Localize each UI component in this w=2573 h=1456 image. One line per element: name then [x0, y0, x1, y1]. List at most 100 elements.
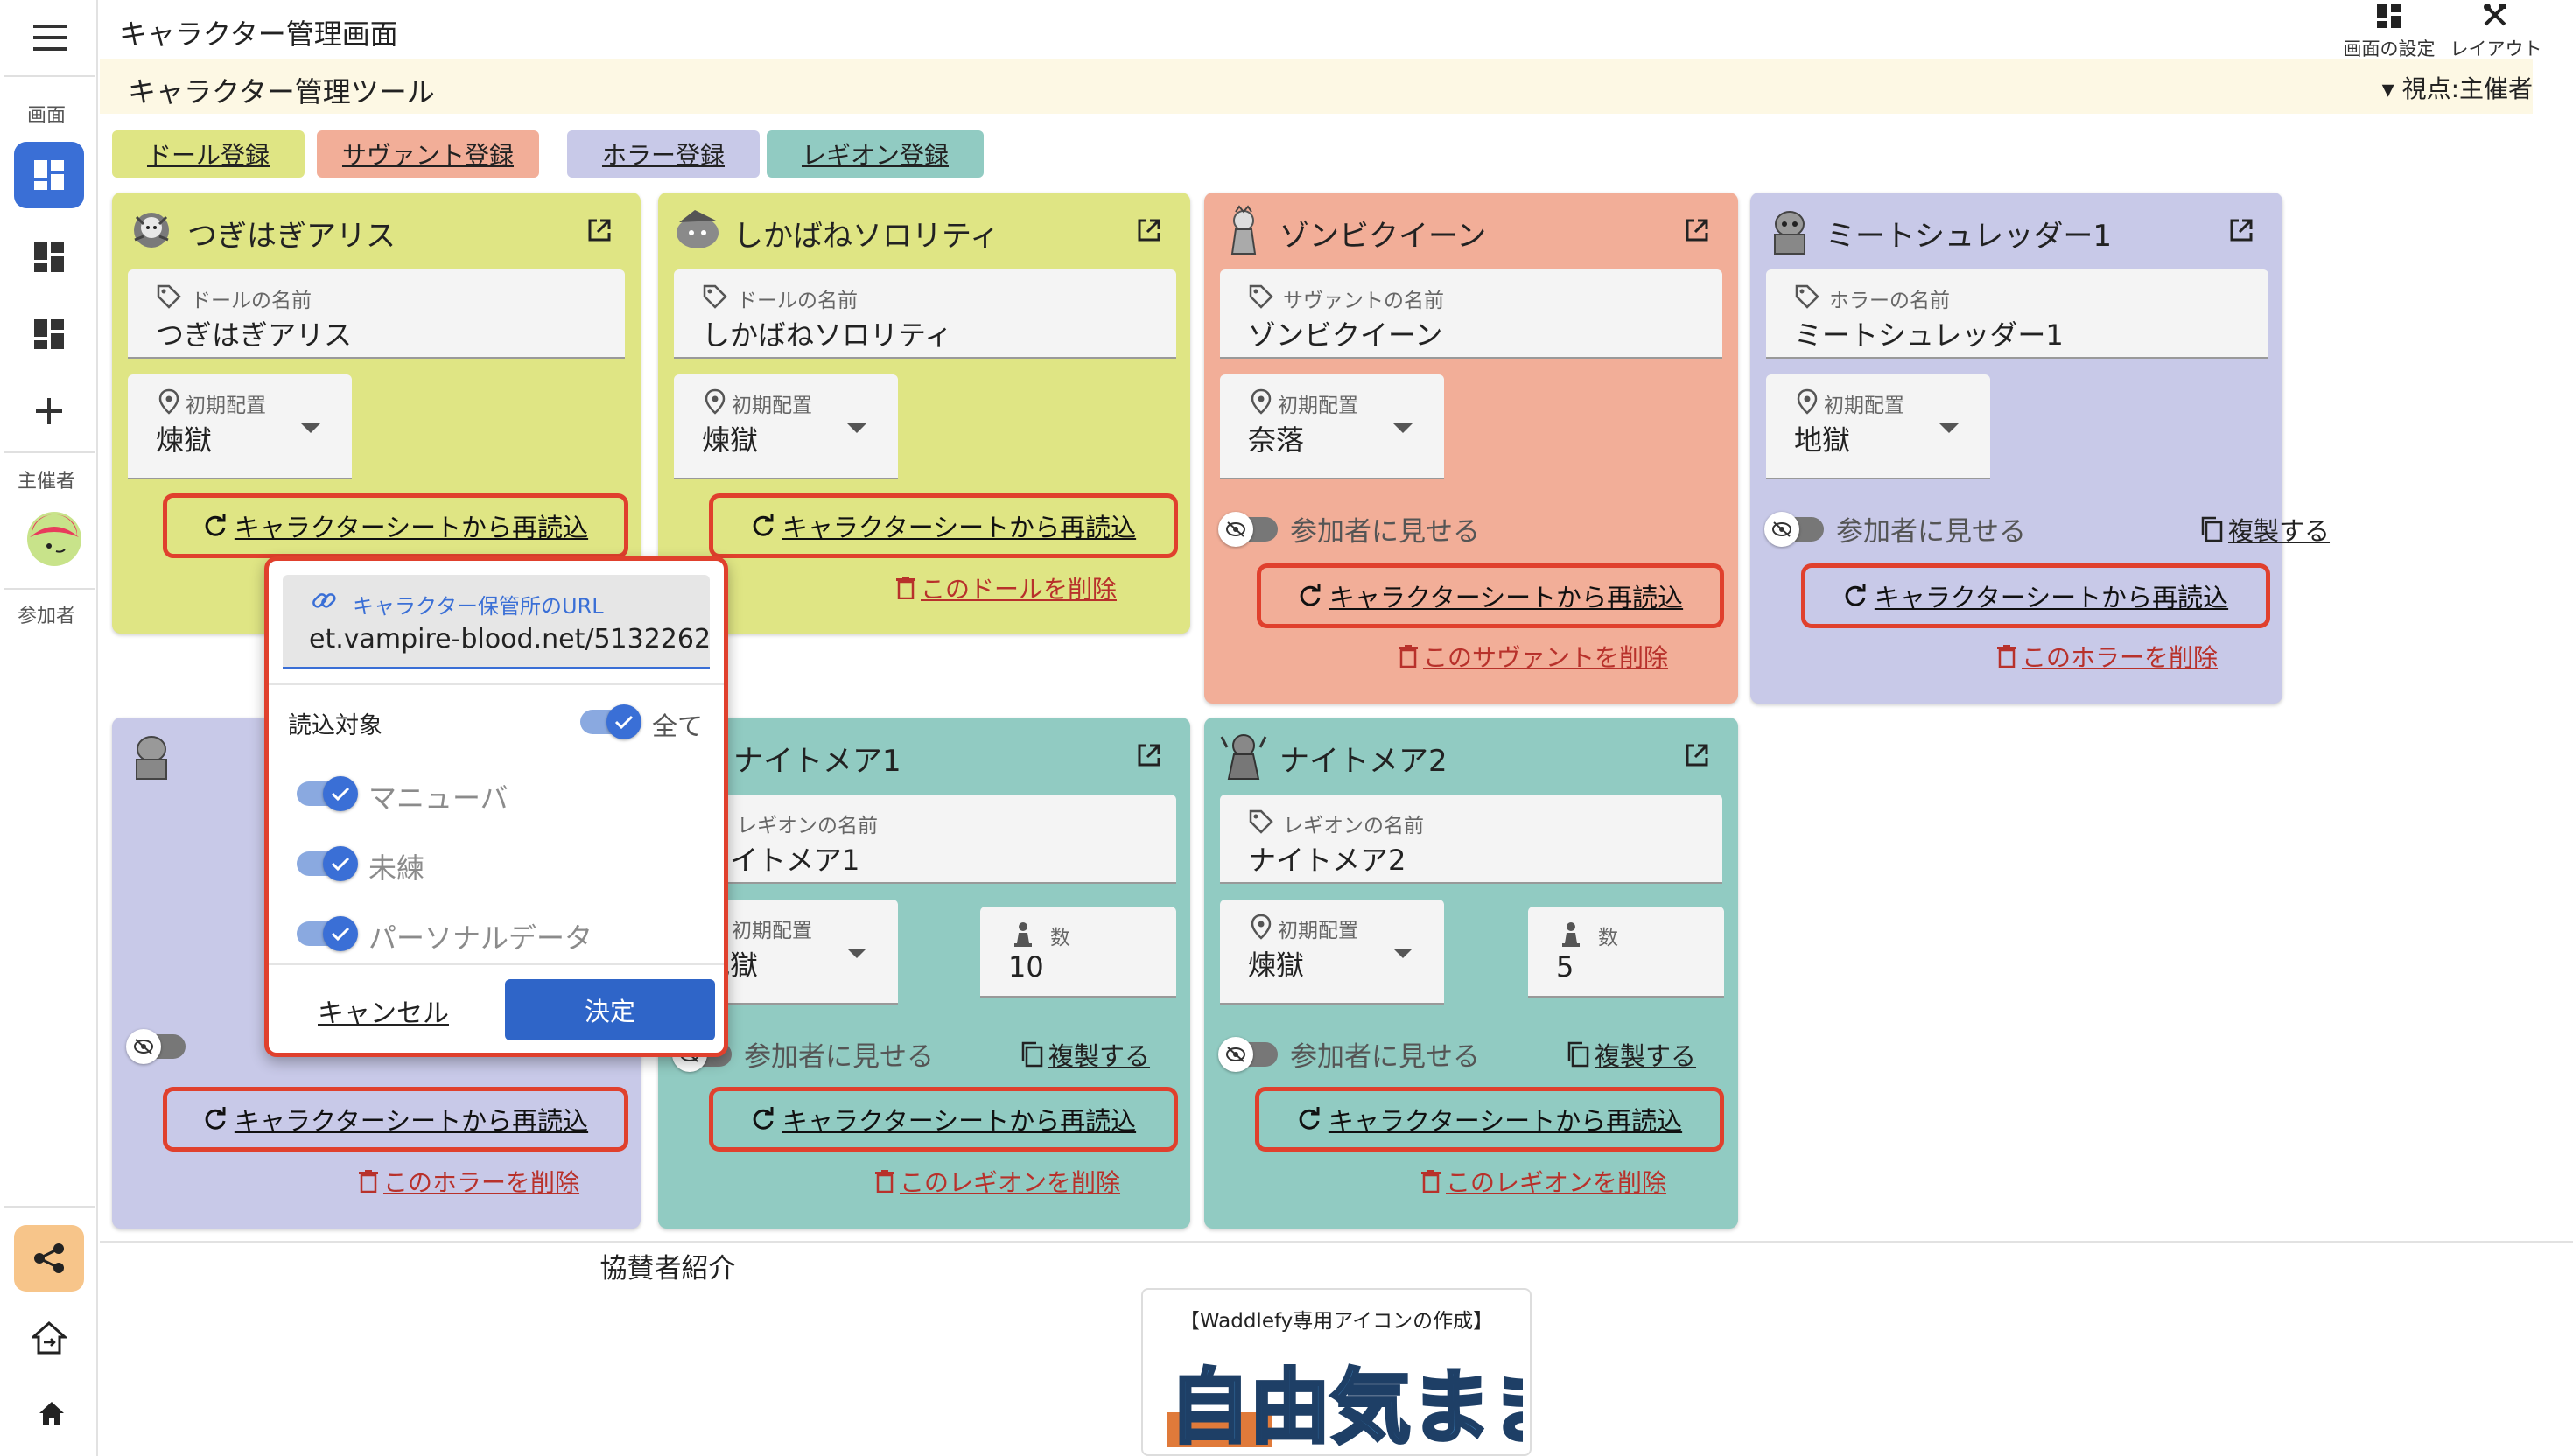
reload-from-sheet-button[interactable]: キャラクターシートから再読込: [1255, 1087, 1724, 1152]
placement-value: 奈落: [1248, 424, 1305, 457]
layout-button[interactable]: レイアウト: [2443, 0, 2548, 60]
screen-settings-button[interactable]: 画面の設定: [2337, 0, 2442, 60]
name-field[interactable]: ドールの名前 しかばねソロリティ: [674, 270, 1176, 359]
name-field-label: レギオンの名前: [1283, 815, 1424, 837]
placement-select[interactable]: 初期配置 奈落: [1220, 374, 1444, 480]
home-icon: [39, 1402, 64, 1424]
placement-value: 煉獄: [1248, 948, 1305, 982]
toggle-switch[interactable]: [1218, 511, 1278, 547]
sidebar-item-screen-1[interactable]: [14, 142, 84, 208]
delete-character-button[interactable]: このホラーを削除: [1997, 639, 2218, 674]
reload-from-sheet-button[interactable]: キャラクターシートから再読込: [709, 1087, 1178, 1152]
option-toggle-regret[interactable]: [297, 846, 358, 881]
open-external-icon[interactable]: [2228, 217, 2254, 243]
open-external-icon[interactable]: [1136, 217, 1162, 243]
show-label: 参加者に見せる: [1290, 516, 1480, 548]
delete-character-button[interactable]: このレギオンを削除: [875, 1164, 1120, 1199]
sidebar-section-participant: 参加者: [17, 606, 75, 627]
reload-from-sheet-button[interactable]: キャラクターシートから再読込: [163, 1087, 628, 1152]
name-field[interactable]: ドールの名前 つぎはぎアリス: [128, 270, 625, 359]
register-servant-button[interactable]: サヴァント登録: [317, 130, 539, 178]
house-switch-button[interactable]: [30, 1320, 68, 1356]
eye-off-icon: [1226, 1046, 1245, 1062]
option-toggle-maneuver[interactable]: [297, 776, 358, 811]
reload-from-sheet-button[interactable]: キャラクターシートから再読込: [1801, 564, 2270, 628]
sidebar-item-screen-2[interactable]: [14, 224, 84, 290]
toggle-switch[interactable]: [1218, 1036, 1278, 1072]
reload-from-sheet-button[interactable]: キャラクターシートから再読込: [709, 494, 1178, 558]
add-screen-button[interactable]: [14, 378, 84, 444]
delete-character-button[interactable]: このドールを削除: [896, 570, 1117, 606]
name-field[interactable]: サヴァントの名前 ゾンビクイーン: [1220, 270, 1722, 359]
reload-from-sheet-button[interactable]: キャラクターシートから再読込: [163, 494, 628, 558]
reload-from-sheet-button[interactable]: キャラクターシートから再読込: [1257, 564, 1724, 628]
open-external-icon[interactable]: [586, 217, 613, 243]
home-button[interactable]: [39, 1400, 65, 1426]
count-field[interactable]: 数 10: [980, 906, 1176, 998]
name-field-value: ナイトメア2: [1248, 844, 1406, 877]
reload-label: キャラクターシートから再読込: [234, 513, 589, 542]
sidebar-divider: [4, 452, 95, 453]
trash-icon: [1421, 1170, 1441, 1193]
sponsor-banner[interactable]: 【Waddlefy専用アイコンの作成】 自由気まま: [1141, 1288, 1532, 1456]
sidebar-divider: [4, 1206, 95, 1208]
main: キャラクター管理画面 画面の設定 レイアウト キャラクター管理ツール ▾ 視点:…: [100, 0, 2573, 1456]
share-button[interactable]: [14, 1225, 84, 1292]
option-label-personal-data: パーソナルデータ: [368, 921, 593, 955]
tag-icon: [703, 284, 727, 309]
confirm-button[interactable]: 決定: [505, 979, 715, 1040]
trash-icon: [1997, 645, 2016, 668]
delete-character-button[interactable]: このレギオンを削除: [1421, 1164, 1666, 1199]
name-field-value: つぎはぎアリス: [156, 318, 353, 352]
sidebar-item-screen-3[interactable]: [14, 301, 84, 368]
duplicate-button[interactable]: 複製する: [2200, 511, 2330, 548]
option-toggle-personal-data[interactable]: [297, 916, 358, 951]
name-field[interactable]: ホラーの名前 ミートシュレッダー1: [1766, 270, 2268, 359]
show-to-participants-toggle[interactable]: 参加者に見せる: [1218, 1034, 1480, 1074]
show-to-participants-toggle[interactable]: 参加者に見せる: [1218, 509, 1480, 549]
count-field[interactable]: 数 5: [1528, 906, 1724, 998]
register-horror-button[interactable]: ホラー登録: [567, 130, 760, 178]
register-legion-button[interactable]: レギオン登録: [767, 130, 984, 178]
show-label: 参加者に見せる: [744, 1041, 934, 1073]
toggle-switch[interactable]: [126, 1029, 186, 1064]
delete-character-button[interactable]: このサヴァントを削除: [1399, 639, 1668, 674]
register-doll-button[interactable]: ドール登録: [112, 130, 305, 178]
placement-select[interactable]: 初期配置 煉獄: [128, 374, 352, 480]
delete-label: このレギオンを削除: [1446, 1168, 1667, 1197]
reload-icon: [753, 1107, 774, 1130]
page-title: キャラクター管理画面: [119, 18, 398, 51]
chevron-down-icon: [847, 948, 866, 958]
menu-icon[interactable]: [33, 24, 67, 51]
sheet-url-input[interactable]: キャラクター保管所のURL et.vampire-blood.net/51322…: [283, 575, 710, 669]
perspective-select[interactable]: ▾ 視点:主催者: [2382, 70, 2533, 105]
placement-value: 煉獄: [156, 424, 213, 457]
trash-icon: [875, 1170, 894, 1193]
placement-select[interactable]: 初期配置 地獄: [1766, 374, 1990, 480]
duplicate-button[interactable]: 複製する: [1567, 1036, 1696, 1073]
open-external-icon[interactable]: [1684, 742, 1710, 768]
name-field[interactable]: レギオンの名前 ナイトメア1: [674, 794, 1176, 884]
all-toggle[interactable]: [580, 704, 641, 739]
link-icon: [312, 593, 336, 608]
placement-select[interactable]: 初期配置 煉獄: [674, 374, 898, 480]
copy-icon: [1567, 1041, 1589, 1068]
host-avatar[interactable]: [26, 511, 82, 567]
open-external-icon[interactable]: [1136, 742, 1162, 768]
name-field-label: ドールの名前: [191, 290, 312, 312]
delete-character-button[interactable]: このホラーを削除: [359, 1164, 579, 1199]
delete-label: このホラーを削除: [383, 1168, 580, 1197]
character-avatar: [1230, 205, 1257, 255]
cancel-button[interactable]: キャンセル: [318, 991, 449, 1030]
show-to-participants-toggle[interactable]: 参加者に見せる: [1764, 509, 2026, 549]
show-to-participants-toggle[interactable]: [126, 1029, 186, 1064]
chevron-down-icon: [301, 424, 320, 433]
placement-select[interactable]: 初期配置 煉獄: [1220, 900, 1444, 1004]
dashboard-icon: [34, 319, 64, 349]
name-field[interactable]: レギオンの名前 ナイトメア2: [1220, 794, 1722, 884]
open-external-icon[interactable]: [1684, 217, 1710, 243]
duplicate-button[interactable]: 複製する: [1020, 1036, 1150, 1073]
tools-icon: [2484, 4, 2506, 26]
sidebar-section-host: 主催者: [17, 471, 75, 493]
toggle-switch[interactable]: [1764, 511, 1824, 547]
